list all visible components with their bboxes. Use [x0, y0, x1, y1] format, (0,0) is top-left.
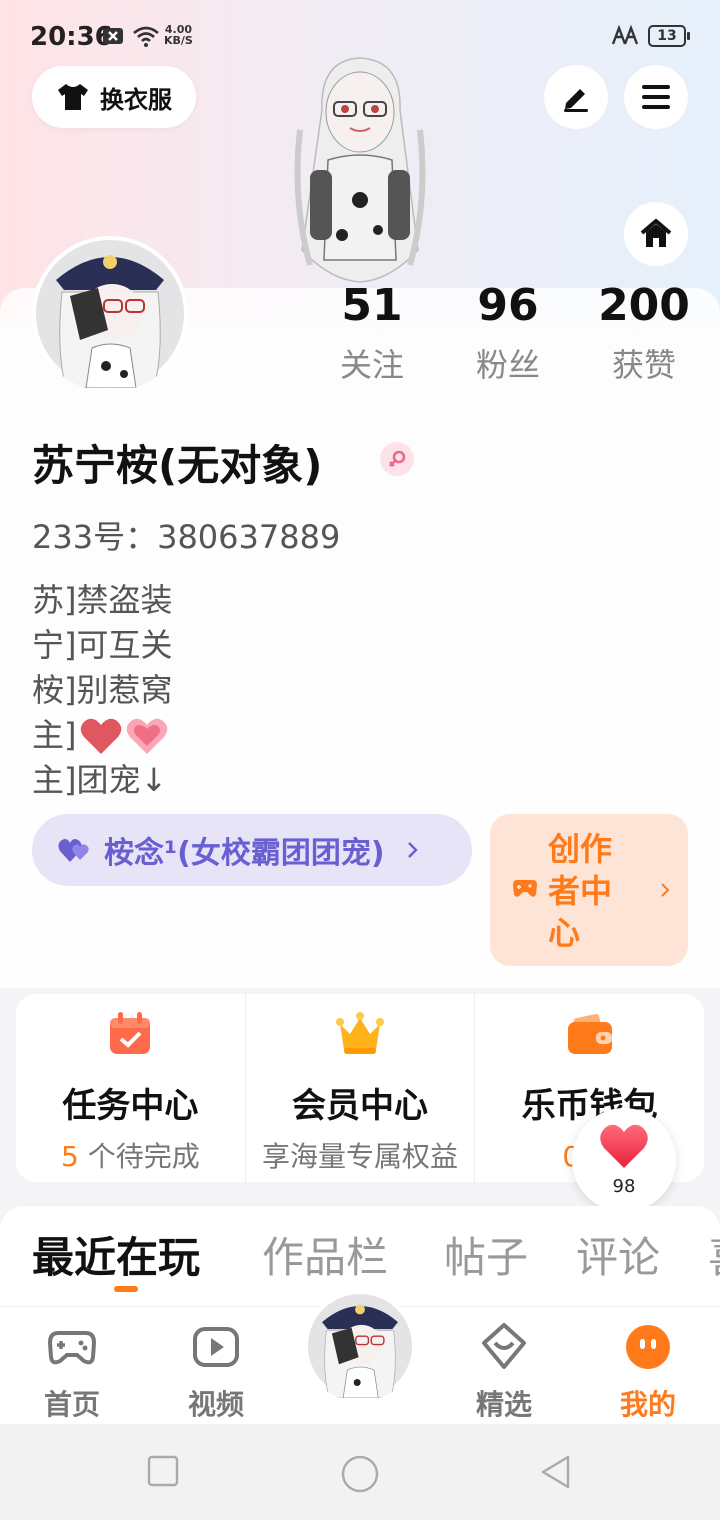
nav-mine[interactable]: 我的	[603, 1321, 693, 1423]
game-controller-icon	[513, 880, 537, 897]
bio-line-hearts: 主]	[32, 713, 173, 758]
female-icon	[389, 450, 406, 467]
nav-center-avatar[interactable]	[304, 1290, 416, 1402]
club-label: 桉念¹(女校霸团团宠)	[104, 836, 385, 871]
nav-featured[interactable]: 精选	[459, 1321, 549, 1423]
edit-icon	[564, 89, 588, 112]
stat-likes[interactable]: 200 获赞	[598, 280, 690, 386]
stat-following-label: 关注	[339, 346, 404, 384]
creator-center-label: 创作 者中 心	[548, 830, 613, 952]
double-heart-icon	[58, 839, 89, 862]
hotspot-icon	[611, 24, 639, 45]
status-time: 20:36	[30, 22, 113, 52]
task-center-item[interactable]: 任务中心 5 个待完成	[16, 994, 245, 1182]
nav-video[interactable]: 视频	[171, 1321, 261, 1423]
video-play-icon	[193, 1327, 239, 1367]
stat-likes-count: 200	[598, 280, 690, 331]
profile-avatar[interactable]	[32, 236, 188, 392]
tab-works[interactable]: 作品栏	[262, 1224, 388, 1285]
crown-icon	[336, 1012, 384, 1054]
bio-line: 苏]禁盗装	[32, 581, 173, 619]
bio-line: 宁]可互关	[32, 626, 173, 664]
avatar-image	[308, 1294, 412, 1399]
network-speed: 4.00 KB/S	[164, 23, 193, 47]
member-center-item[interactable]: 会员中心 享海量专属权益	[244, 994, 475, 1182]
avatar-image	[36, 240, 184, 389]
stat-followers-label: 粉丝	[475, 346, 540, 384]
stat-followers-count: 96	[477, 280, 539, 331]
heart-icon	[600, 1124, 648, 1168]
battery-indicator: 13	[648, 25, 690, 47]
active-tab-indicator	[114, 1286, 138, 1292]
nav-home[interactable]: 首页	[27, 1321, 117, 1423]
edit-button[interactable]	[544, 65, 608, 129]
pink-heart-icon	[126, 718, 167, 754]
nav-home-label: 首页	[43, 1388, 100, 1421]
nav-featured-label: 精选	[475, 1388, 532, 1421]
calendar-check-icon	[110, 1012, 151, 1054]
recents-icon[interactable]	[146, 1454, 180, 1488]
task-center-title: 任务中心	[62, 1086, 199, 1126]
tab-posts[interactable]: 帖子	[444, 1224, 528, 1285]
menu-button[interactable]	[624, 65, 688, 129]
bio-line: 主]团宠↓	[32, 761, 168, 799]
tab-recently-played[interactable]: 最近在玩	[32, 1224, 200, 1285]
stat-followers[interactable]: 96 粉丝	[468, 280, 548, 386]
like-count: 98	[612, 1176, 636, 1197]
user-id: 233号：380637889	[32, 518, 341, 556]
creator-center-button[interactable]: 创作 者中 心	[490, 814, 688, 966]
menu-icon	[642, 85, 670, 109]
red-heart-icon	[80, 718, 121, 754]
floating-like-button[interactable]: 98	[572, 1108, 676, 1212]
gamepad-icon	[47, 1331, 97, 1365]
wifi-icon	[133, 26, 159, 47]
tab-more[interactable]: 喜	[708, 1224, 720, 1285]
wallet-icon	[567, 1013, 612, 1054]
nav-mine-label: 我的	[619, 1388, 676, 1421]
club-button[interactable]: 桉念¹(女校霸团团宠)	[32, 814, 472, 886]
system-navigation-bar	[0, 1424, 720, 1520]
home-icon	[640, 219, 672, 247]
member-center-sub: 享海量专属权益	[262, 1140, 459, 1173]
username: 苏宁桉(无对象)	[32, 441, 323, 490]
dress-up-label: 换衣服	[100, 85, 172, 114]
task-center-sub: 5 个待完成	[60, 1140, 200, 1173]
stat-following[interactable]: 51 关注	[332, 280, 412, 386]
stat-likes-label: 获赞	[611, 346, 676, 384]
chevron-right-icon	[407, 842, 418, 858]
heart-badge-icon	[482, 1323, 526, 1369]
tab-comments[interactable]: 评论	[576, 1224, 660, 1285]
gender-badge	[380, 442, 414, 476]
avatar-character-image[interactable]	[270, 50, 450, 295]
home-circle-icon[interactable]	[340, 1454, 380, 1494]
home-button[interactable]	[624, 202, 688, 266]
back-triangle-icon[interactable]	[538, 1454, 574, 1490]
member-center-title: 会员中心	[292, 1086, 428, 1126]
nav-video-label: 视频	[187, 1388, 244, 1421]
bio-line: 桉]别惹窝	[32, 671, 173, 709]
dress-up-button[interactable]: 换衣服	[32, 66, 196, 128]
bio: 苏]禁盗装 宁]可互关 桉]别惹窝 主] 主]团宠↓	[32, 578, 173, 803]
chevron-right-icon	[661, 883, 670, 897]
profile-face-icon	[626, 1325, 670, 1369]
shirt-icon	[58, 84, 88, 110]
stat-following-count: 51	[341, 280, 403, 331]
notification-x-icon	[103, 28, 123, 44]
